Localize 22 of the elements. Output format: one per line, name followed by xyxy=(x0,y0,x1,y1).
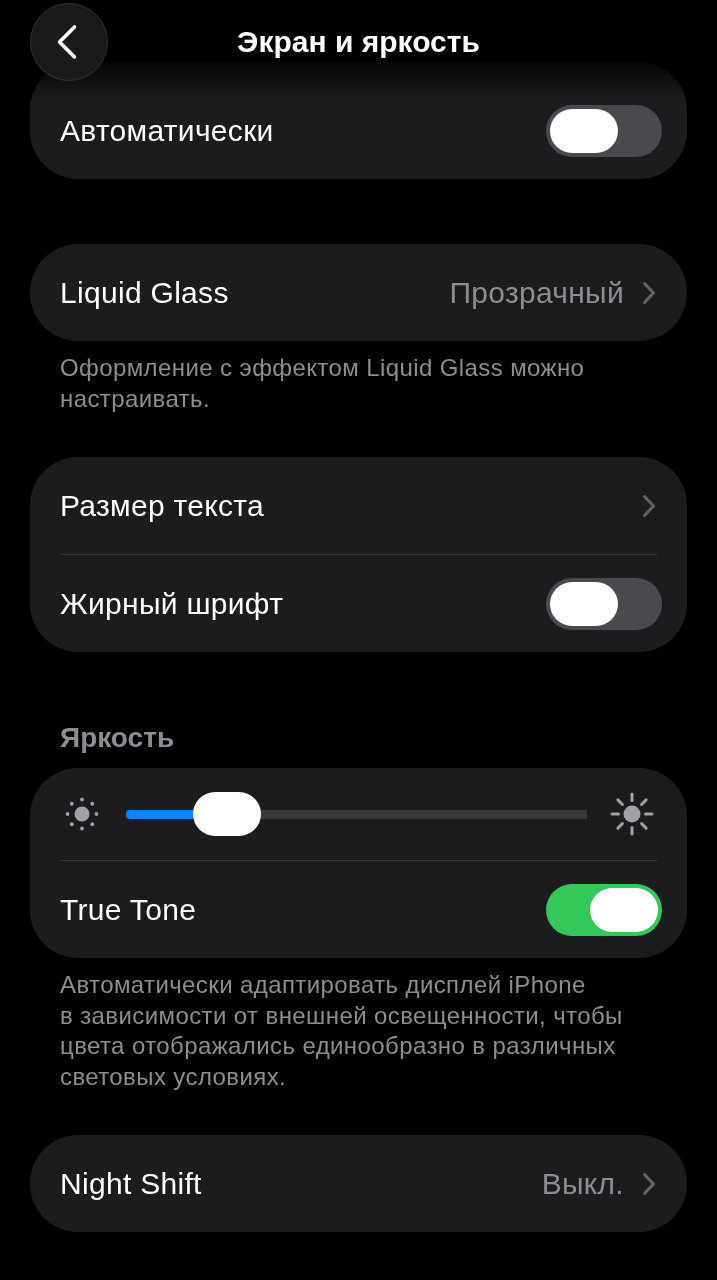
chevron-right-icon xyxy=(642,493,656,518)
setting-label: Размер текста xyxy=(60,488,264,523)
setting-label: Night Shift xyxy=(60,1166,202,1201)
footnote-text: Автоматически адаптировать дисплей iPhone в зависимости от внешней освещенности, чтобы цвета отображались единообразно в различных световых условиях. xyxy=(59,970,624,1092)
chevron-right-icon xyxy=(642,280,656,305)
toggle-switch[interactable] xyxy=(546,104,662,157)
large-sun-icon xyxy=(610,792,654,836)
small-sun-icon xyxy=(65,797,99,831)
setting-label: Жирный шрифт xyxy=(60,586,284,621)
setting-value: Выкл. xyxy=(541,1166,624,1201)
toggle-switch[interactable] xyxy=(546,577,662,630)
setting-value: Прозрачный xyxy=(449,275,624,310)
setting-label: True Tone xyxy=(60,892,197,927)
slider-thumb[interactable] xyxy=(192,792,261,836)
setting-label: Liquid Glass xyxy=(60,275,229,310)
footnote-text: Оформление с эффектом Liquid Glass можно настраивать. xyxy=(59,353,586,414)
section-header: Яркость xyxy=(59,721,176,755)
toggle-switch[interactable] xyxy=(546,883,662,936)
chevron-left-icon xyxy=(56,24,78,60)
screen-title: Экран и яркость xyxy=(236,24,481,60)
chevron-right-icon xyxy=(642,1171,656,1196)
setting-label: Автоматически xyxy=(60,113,274,148)
